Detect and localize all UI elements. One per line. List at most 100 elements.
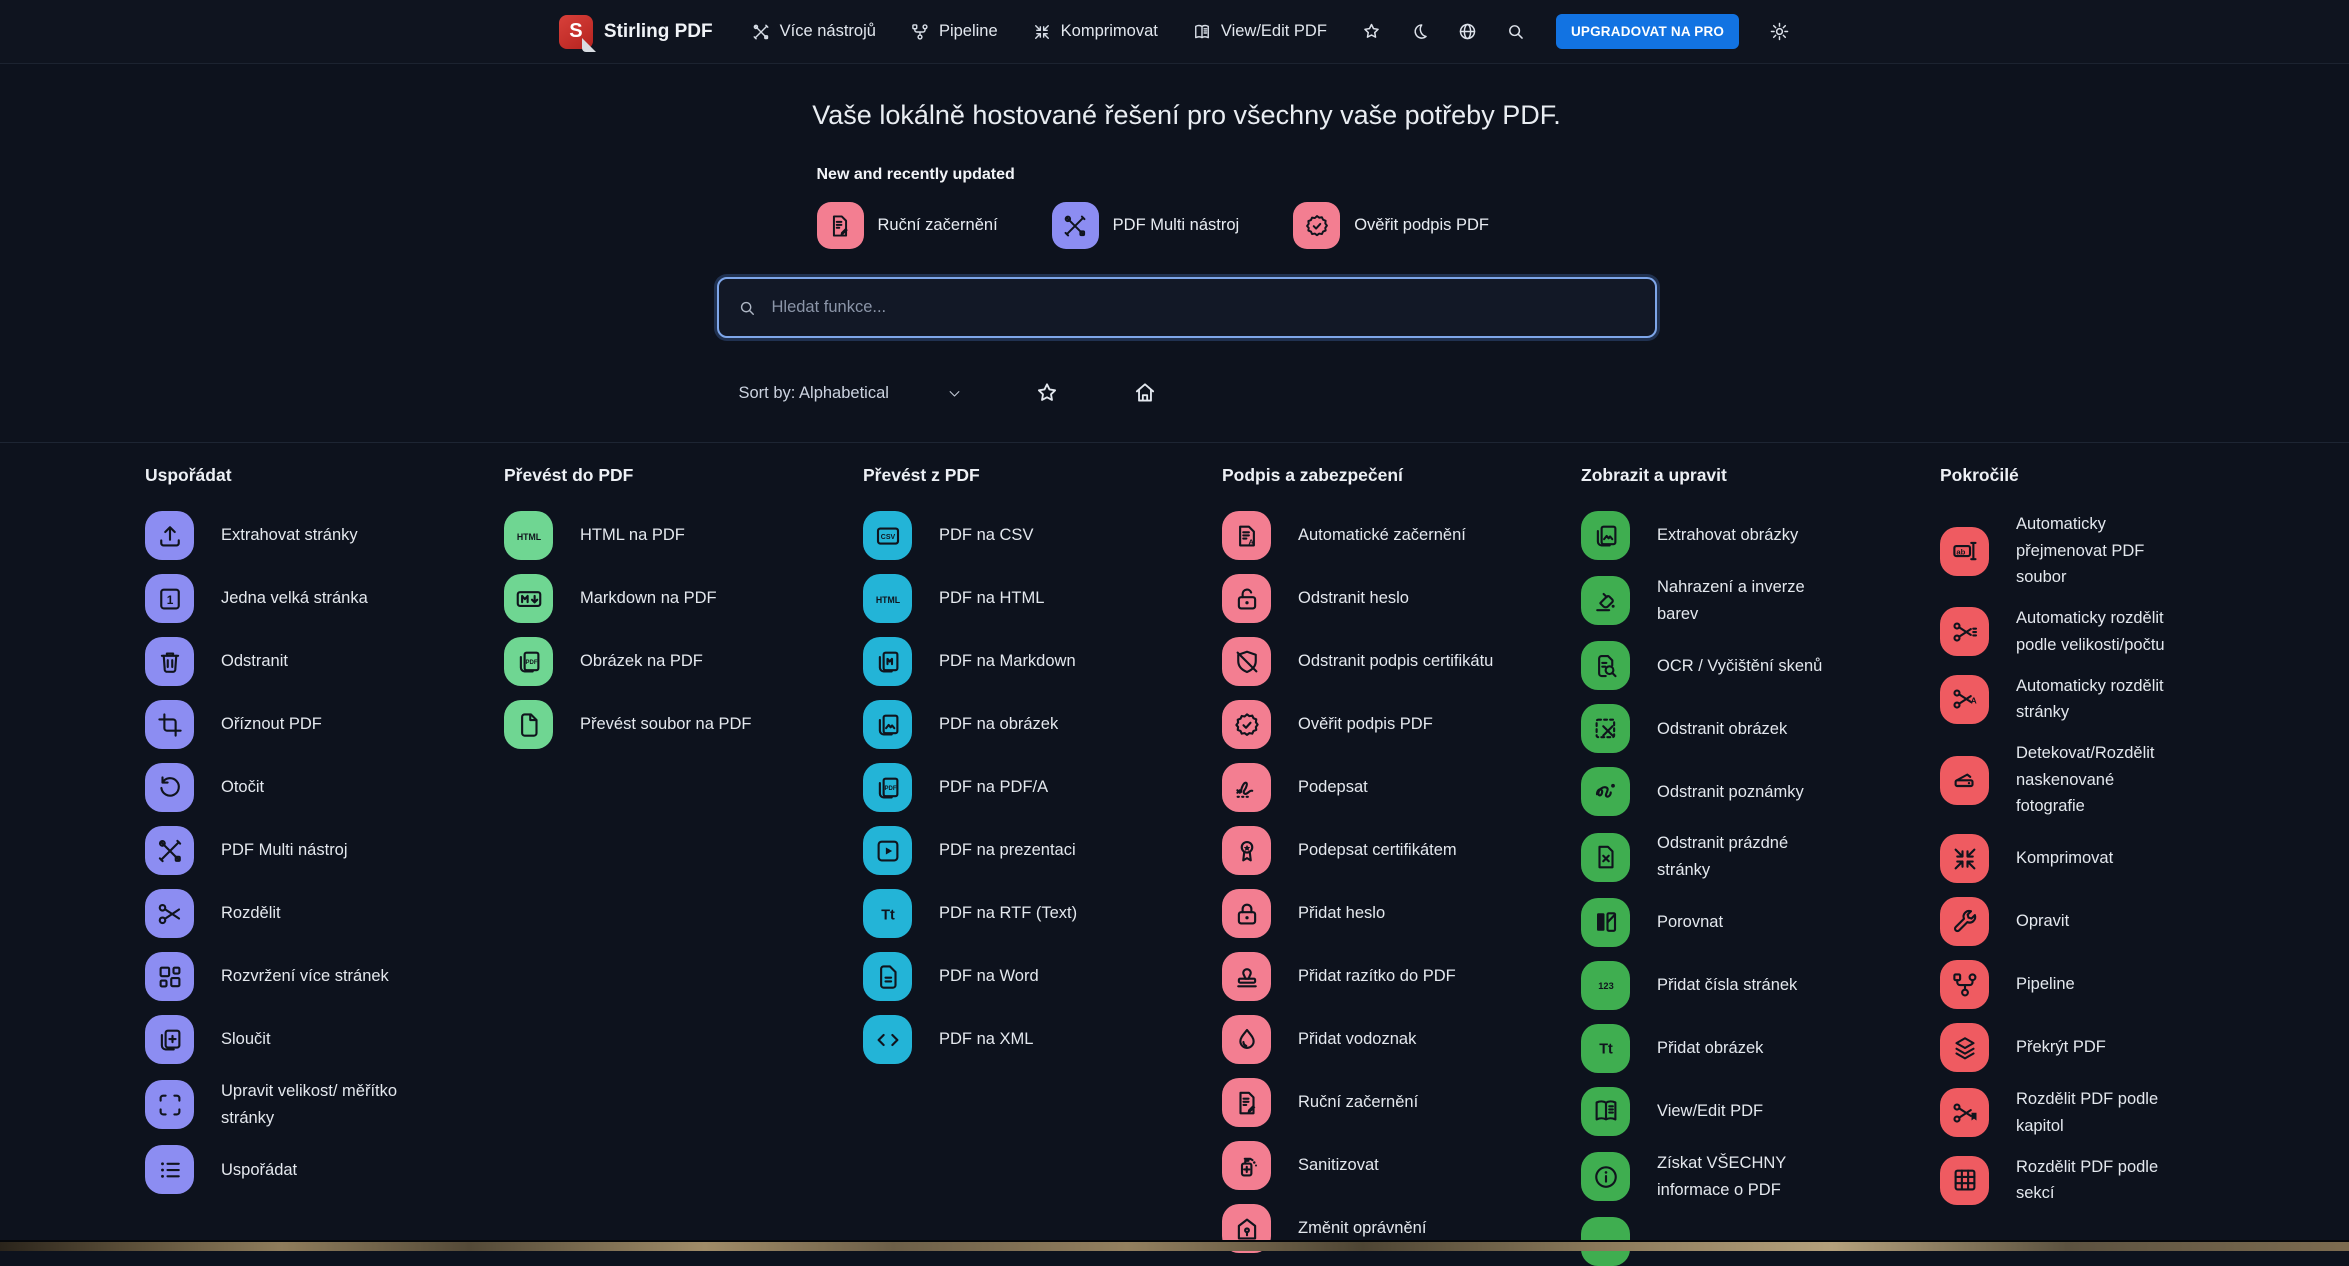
- favorites-star-icon[interactable]: [1034, 380, 1060, 406]
- nav-item-compress[interactable]: Komprimovat: [1032, 22, 1158, 42]
- gear-icon[interactable]: [1769, 21, 1790, 42]
- star-icon[interactable]: [1361, 21, 1382, 42]
- tool-item[interactable]: PDF na obrázek: [863, 700, 1222, 749]
- brand-name: Stirling PDF: [604, 21, 713, 43]
- tool-item[interactable]: Získat VŠECHNY informace o PDF: [1581, 1150, 1940, 1203]
- tools-grid: Uspořádat Extrahovat stránky 1Jedna velká …: [0, 443, 2349, 1266]
- tool-item[interactable]: PDF na Word: [863, 952, 1222, 1001]
- stirling-brand[interactable]: S Stirling PDF: [559, 15, 713, 49]
- featured-tool-label: Ruční začernění: [878, 216, 998, 235]
- tool-item[interactable]: Rozdělit PDF podle sekcí: [1940, 1154, 2299, 1207]
- tool-label: Oříznout PDF: [221, 711, 322, 738]
- tool-item[interactable]: Detekovat/Rozdělit naskenované fotografi…: [1940, 740, 2299, 820]
- tool-item[interactable]: Překrýt PDF: [1940, 1023, 2299, 1072]
- search-bar[interactable]: [717, 277, 1657, 338]
- tool-label: Nahrazení a inverze barev: [1657, 574, 1832, 627]
- tool-item[interactable]: Uspořádat: [145, 1145, 504, 1194]
- tool-item[interactable]: Rozdělit: [145, 889, 504, 938]
- tool-label: Uspořádat: [221, 1157, 297, 1184]
- tool-item[interactable]: PDF Multi nástroj: [145, 826, 504, 875]
- trash-icon: [145, 637, 194, 686]
- featured-tool-1[interactable]: PDF Multi nástroj: [1052, 202, 1240, 249]
- tool-item[interactable]: Markdown na PDF: [504, 574, 863, 623]
- tool-item[interactable]: Ruční začernění: [1222, 1078, 1581, 1127]
- crop-icon: [145, 700, 194, 749]
- tool-item[interactable]: PDF na Markdown: [863, 637, 1222, 686]
- tool-section-0: Uspořádat Extrahovat stránky 1Jedna velká …: [145, 465, 504, 1266]
- svg-text:A: A: [1970, 697, 1976, 706]
- tool-item[interactable]: PDF na XML: [863, 1015, 1222, 1064]
- tool-item[interactable]: Porovnat: [1581, 898, 1940, 947]
- tool-label: Odstranit: [221, 648, 288, 675]
- tool-item[interactable]: Komprimovat: [1940, 834, 2299, 883]
- tool-item[interactable]: Oříznout PDF: [145, 700, 504, 749]
- tool-item[interactable]: Ověřit podpis PDF: [1222, 700, 1581, 749]
- tool-item[interactable]: PDFPDF na PDF/A: [863, 763, 1222, 812]
- home-icon[interactable]: [1132, 380, 1158, 406]
- tool-item[interactable]: HTMLHTML na PDF: [504, 511, 863, 560]
- tool-label: Otočit: [221, 774, 264, 801]
- tool-item[interactable]: Extrahovat stránky: [145, 511, 504, 560]
- tool-item[interactable]: AAutomaticky rozdělit stránky: [1940, 673, 2299, 726]
- tool-item[interactable]: 1Jedna velká stránka: [145, 574, 504, 623]
- tool-item[interactable]: abAutomaticky přejmenovat PDF soubor: [1940, 511, 2299, 591]
- tool-item[interactable]: Přidat razítko do PDF: [1222, 952, 1581, 1001]
- search-input[interactable]: [770, 297, 1637, 318]
- sort-label: Sort by: Alphabetical: [739, 384, 889, 403]
- tool-item[interactable]: Automaticky rozdělit podle velikosti/poč…: [1940, 605, 2299, 658]
- tool-item[interactable]: Nahrazení a inverze barev: [1581, 574, 1940, 627]
- globe-icon[interactable]: [1457, 21, 1478, 42]
- tool-label: Markdown na PDF: [580, 585, 717, 612]
- nav-item-pipeline[interactable]: Pipeline: [910, 22, 998, 42]
- page-numbers-icon: 123: [1581, 961, 1630, 1010]
- tool-item[interactable]: Odstranit heslo: [1222, 574, 1581, 623]
- featured-tool-2[interactable]: Ověřit podpis PDF: [1293, 202, 1489, 249]
- tool-item[interactable]: HTMLPDF na HTML: [863, 574, 1222, 623]
- tool-item[interactable]: Odstranit poznámky: [1581, 767, 1940, 816]
- tool-item[interactable]: Odstranit obrázek: [1581, 704, 1940, 753]
- moon-icon[interactable]: [1409, 21, 1430, 42]
- tool-item[interactable]: Odstranit prázdné stránky: [1581, 830, 1940, 883]
- tool-item[interactable]: Opravit: [1940, 897, 2299, 946]
- sort-dropdown[interactable]: Sort by: Alphabetical: [739, 384, 962, 403]
- featured-tool-0[interactable]: Ruční začernění: [817, 202, 998, 249]
- tool-item[interactable]: Přidat heslo: [1222, 889, 1581, 938]
- tool-item[interactable]: View/Edit PDF: [1581, 1087, 1940, 1136]
- tool-item[interactable]: Sloučit: [145, 1015, 504, 1064]
- tool-label: Odstranit prázdné stránky: [1657, 830, 1832, 883]
- tool-label: Přidat vodoznak: [1298, 1026, 1416, 1053]
- search-icon[interactable]: [1505, 21, 1526, 42]
- auto-redact-icon: A: [1222, 511, 1271, 560]
- tool-item[interactable]: Podepsat certifikátem: [1222, 826, 1581, 875]
- tool-item[interactable]: TtPDF na RTF (Text): [863, 889, 1222, 938]
- nav-item-book[interactable]: View/Edit PDF: [1192, 22, 1327, 42]
- tool-label: PDF na PDF/A: [939, 774, 1048, 801]
- tool-item[interactable]: CSVPDF na CSV: [863, 511, 1222, 560]
- tool-item[interactable]: Odstranit: [145, 637, 504, 686]
- tool-item[interactable]: TtPřidat obrázek: [1581, 1024, 1940, 1073]
- tool-item[interactable]: PDF na prezentaci: [863, 826, 1222, 875]
- tool-item[interactable]: Rozvržení více stránek: [145, 952, 504, 1001]
- droplet-icon: [1222, 1015, 1271, 1064]
- tool-item[interactable]: Upravit velikost/ měřítko stránky: [145, 1078, 504, 1131]
- tool-item[interactable]: PDFObrázek na PDF: [504, 637, 863, 686]
- tool-item[interactable]: Převést soubor na PDF: [504, 700, 863, 749]
- tool-label: HTML na PDF: [580, 522, 685, 549]
- tool-item[interactable]: Extrahovat obrázky: [1581, 511, 1940, 560]
- tool-item[interactable]: Pipeline: [1940, 960, 2299, 1009]
- tool-item[interactable]: Sanitizovat: [1222, 1141, 1581, 1190]
- repair-icon: [1940, 897, 1989, 946]
- tool-item[interactable]: Odstranit podpis certifikátu: [1222, 637, 1581, 686]
- upgrade-pro-button[interactable]: UPGRADOVAT NA PRO: [1556, 14, 1739, 49]
- tool-item[interactable]: Rozdělit PDF podle kapitol: [1940, 1086, 2299, 1139]
- tool-item[interactable]: Otočit: [145, 763, 504, 812]
- tool-item[interactable]: OCR / Vyčištění skenů: [1581, 641, 1940, 690]
- section-title: Uspořádat: [145, 465, 504, 486]
- tool-item[interactable]: 123Přidat čísla stránek: [1581, 961, 1940, 1010]
- tool-label: Ověřit podpis PDF: [1298, 711, 1433, 738]
- tool-item[interactable]: AAutomatické začernění: [1222, 511, 1581, 560]
- tool-item[interactable]: Podepsat: [1222, 763, 1581, 812]
- merge-icon: [145, 1015, 194, 1064]
- tool-item[interactable]: Přidat vodoznak: [1222, 1015, 1581, 1064]
- nav-item-tools[interactable]: Více nástrojů: [751, 22, 876, 42]
